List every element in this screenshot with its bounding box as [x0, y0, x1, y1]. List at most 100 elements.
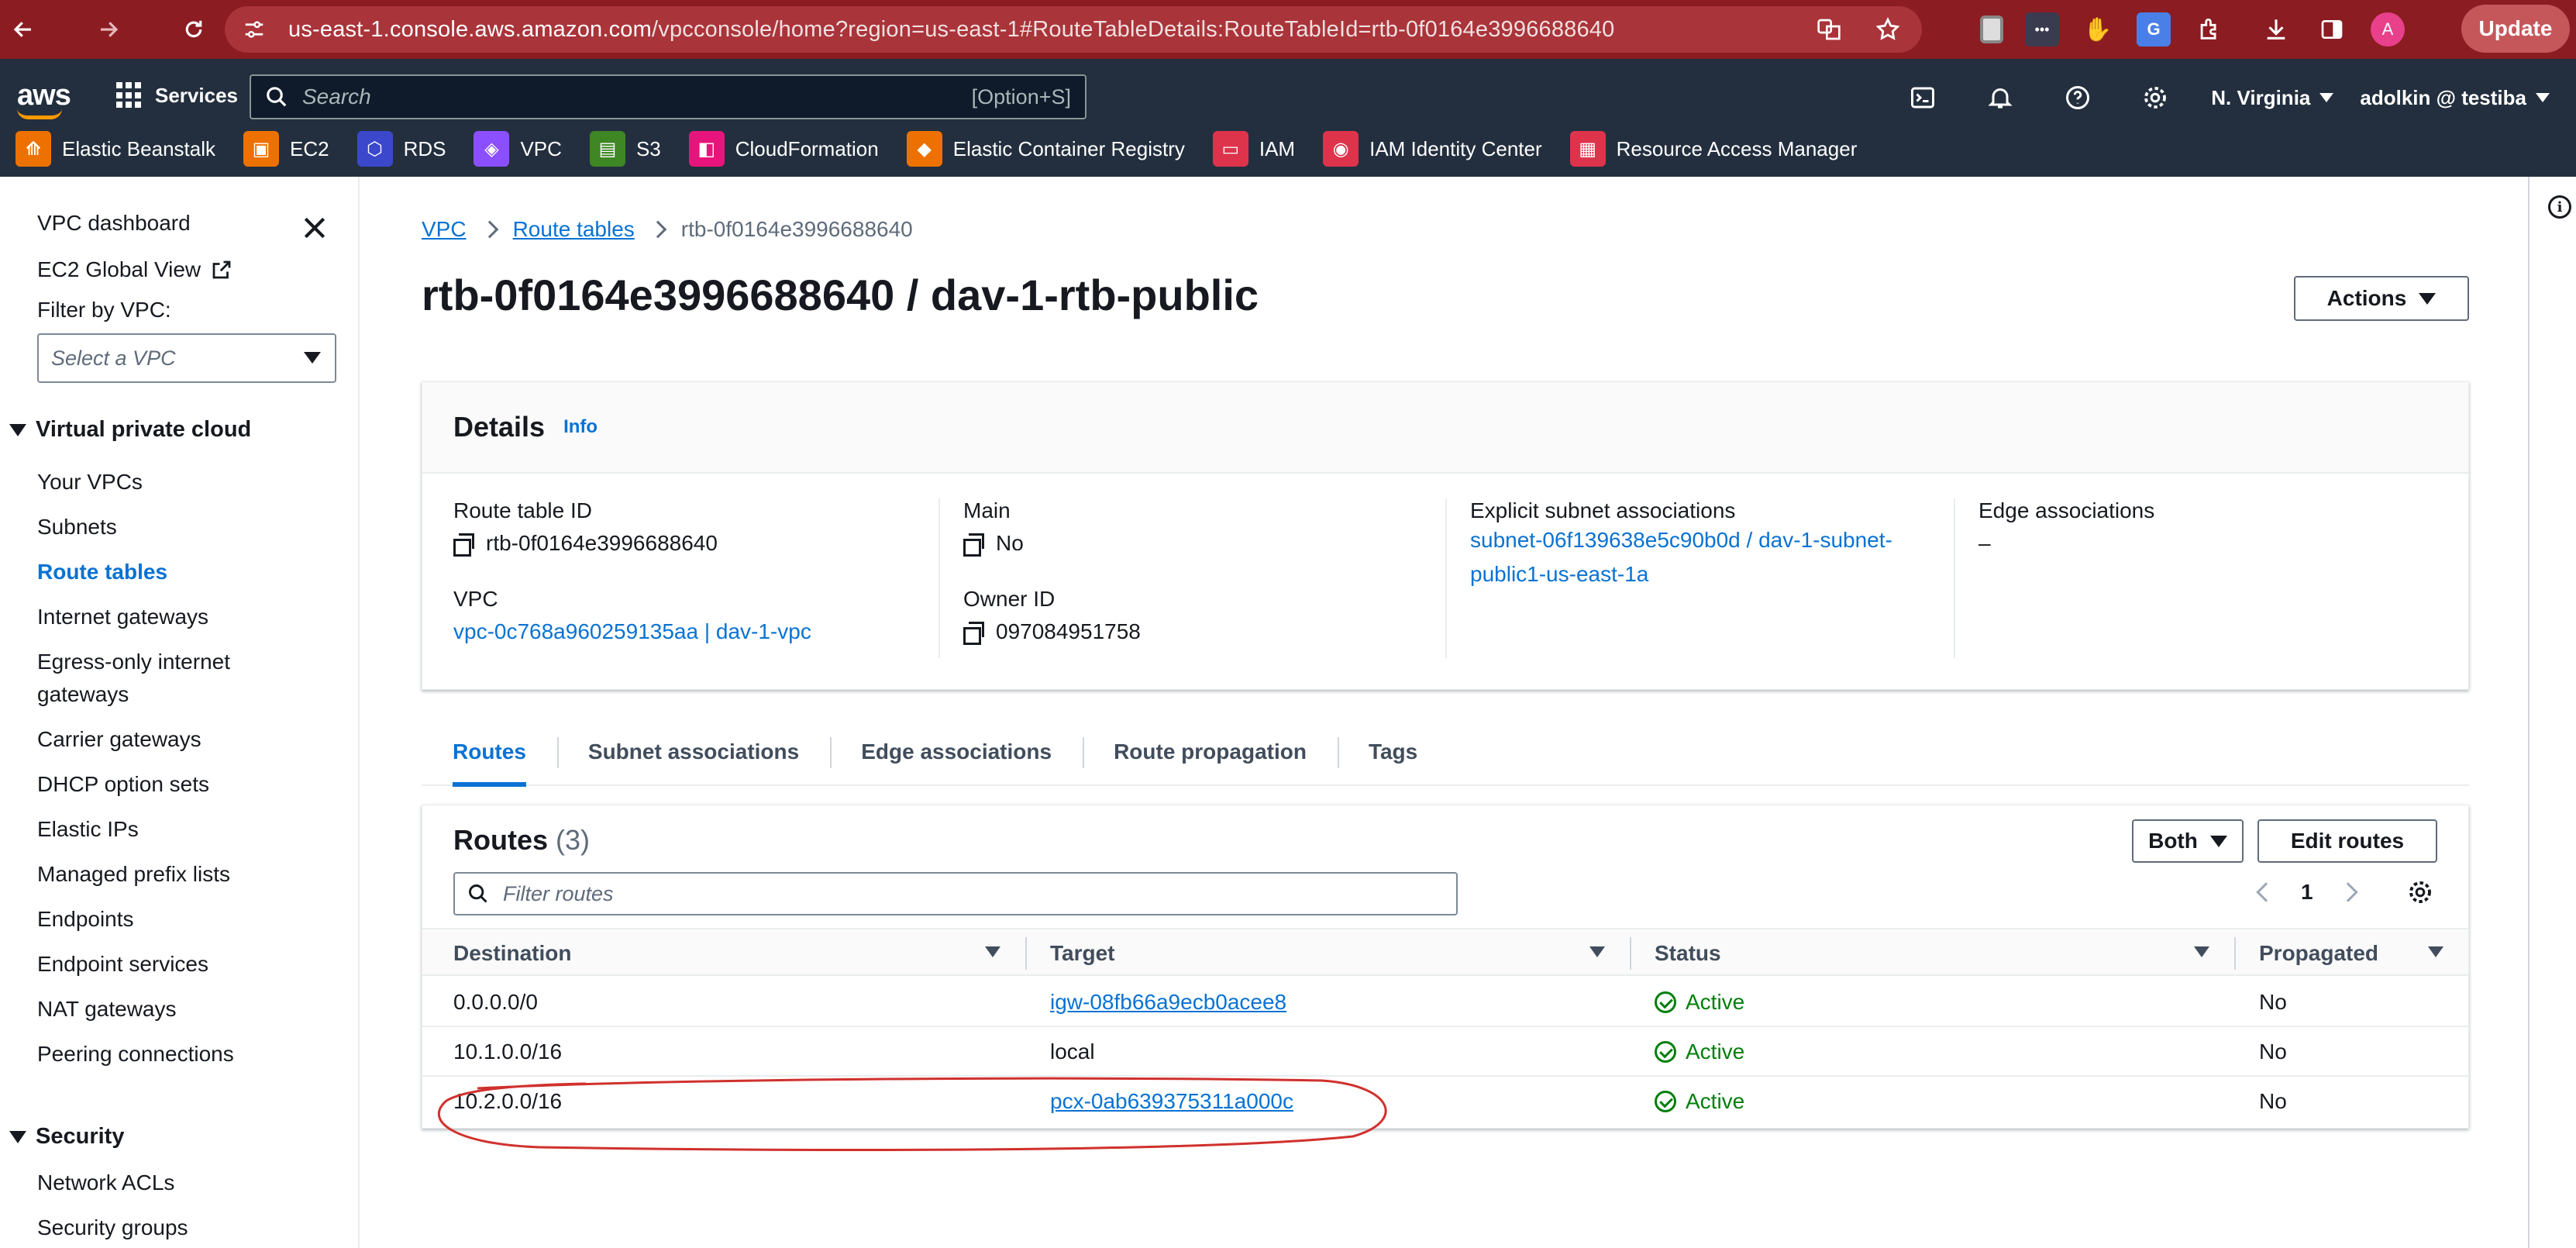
copy-icon[interactable]: [963, 533, 984, 557]
favorite-ec2[interactable]: ▣ EC2: [243, 131, 329, 167]
tab-route-propagation[interactable]: Route propagation: [1083, 719, 1338, 785]
nav-item-peering-connections[interactable]: Peering connections: [37, 1042, 234, 1067]
nav-section-vpc[interactable]: Virtual private cloud: [9, 417, 251, 443]
column-propagated[interactable]: Propagated: [2259, 929, 2378, 977]
extension-hand-icon[interactable]: ✋: [2081, 12, 2115, 47]
nav-item-endpoint-services[interactable]: Endpoint services: [37, 952, 208, 977]
copy-icon[interactable]: [453, 533, 474, 557]
downloads-icon[interactable]: [2259, 12, 2293, 47]
nav-vpc-dashboard[interactable]: VPC dashboard: [37, 211, 191, 236]
explicit-subnet-link[interactable]: subnet-06f139638e5c90b0d / dav-1-subnet-…: [1470, 523, 1892, 591]
translate-icon[interactable]: [1813, 14, 1844, 45]
column-destination[interactable]: Destination: [453, 929, 571, 977]
nav-item-managed-prefix-lists[interactable]: Managed prefix lists: [37, 862, 230, 887]
extensions-puzzle-icon[interactable]: [2192, 12, 2226, 47]
nav-item-internet-gateways[interactable]: Internet gateways: [37, 605, 208, 629]
vpc-link[interactable]: vpc-0c768a960259135aa | dav-1-vpc: [453, 619, 811, 644]
vpc-filter-select[interactable]: Select a VPC: [37, 333, 336, 383]
close-icon[interactable]: [299, 212, 330, 243]
favorite-s3[interactable]: ▤ S3: [589, 131, 661, 167]
route-filter-select[interactable]: Both: [2132, 819, 2244, 863]
region-selector[interactable]: N. Virginia: [2211, 86, 2334, 110]
filter-routes-field[interactable]: [453, 872, 1458, 915]
pagination: 1: [2256, 878, 2434, 906]
actions-button[interactable]: Actions: [2294, 276, 2469, 321]
favorite-cloudformation[interactable]: ◧ CloudFormation: [688, 131, 879, 167]
route-table-id-label: Route table ID: [453, 498, 592, 522]
details-heading: Details: [453, 411, 546, 443]
profile-avatar[interactable]: A: [2371, 12, 2405, 47]
favorite-iam-identity-center[interactable]: ◉ IAM Identity Center: [1323, 131, 1542, 167]
nav-item-endpoints[interactable]: Endpoints: [37, 907, 134, 932]
breadcrumb-route-tables[interactable]: Route tables: [513, 217, 635, 242]
extension-dots-icon[interactable]: •••: [2025, 12, 2059, 47]
favorite-label: IAM Identity Center: [1369, 136, 1542, 160]
extension-translate-icon[interactable]: G: [2137, 12, 2171, 47]
favorite-elastic-container-registry[interactable]: ◆ Elastic Container Registry: [906, 131, 1185, 167]
notifications-bell-icon[interactable]: [1978, 76, 2022, 119]
global-search[interactable]: [Option+S]: [250, 74, 1087, 119]
current-page[interactable]: 1: [2301, 880, 2313, 905]
favorite-rds[interactable]: ⬡ RDS: [356, 131, 446, 167]
tab-routes[interactable]: Routes: [422, 719, 557, 787]
nav-item-elastic-ips[interactable]: Elastic IPs: [37, 817, 139, 842]
cloudshell-icon[interactable]: [1901, 76, 1944, 119]
services-menu[interactable]: Services: [116, 82, 238, 109]
sort-caret-icon[interactable]: [1589, 946, 1605, 957]
sort-caret-icon[interactable]: [2194, 946, 2209, 957]
route-status: Active: [1655, 1077, 1744, 1126]
tab-bar: Routes Subnet associations Edge associatio…: [422, 719, 2469, 787]
search-input[interactable]: [302, 84, 907, 109]
service-icon: ◉: [1323, 131, 1359, 167]
tab-subnet-associations[interactable]: Subnet associations: [556, 719, 830, 785]
info-link[interactable]: Info: [563, 416, 598, 438]
favorite-elastic-beanstalk[interactable]: ⟰ Elastic Beanstalk: [15, 131, 215, 167]
nav-item-gateways[interactable]: gateways: [37, 682, 129, 707]
route-target-link[interactable]: igw-08fb66a9ecb0acee8: [1050, 977, 1286, 1027]
tab-tags[interactable]: Tags: [1337, 719, 1448, 785]
back-icon[interactable]: [0, 6, 46, 53]
aws-logo-text: aws: [17, 79, 71, 112]
routes-count: (3): [556, 824, 591, 856]
breadcrumb-vpc[interactable]: VPC: [422, 217, 467, 242]
nav-item-egress-only-internet[interactable]: Egress-only internet: [37, 650, 230, 674]
tab-edge-associations[interactable]: Edge associations: [830, 719, 1083, 785]
nav-section-security[interactable]: Security: [9, 1124, 124, 1150]
favorite-vpc[interactable]: ◈ VPC: [474, 131, 562, 167]
nav-item-subnets[interactable]: Subnets: [37, 515, 117, 540]
table-preferences-gear-icon[interactable]: [2406, 878, 2434, 906]
favorite-iam[interactable]: ▭ IAM: [1212, 131, 1295, 167]
edit-routes-button[interactable]: Edit routes: [2257, 819, 2437, 863]
nav-ec2-global-view[interactable]: EC2 Global View: [37, 257, 233, 282]
nav-item-security-groups[interactable]: Security groups: [37, 1215, 188, 1240]
sort-caret-icon[interactable]: [2428, 946, 2443, 957]
nav-item-carrier-gateways[interactable]: Carrier gateways: [37, 727, 201, 752]
help-icon[interactable]: [2056, 76, 2099, 119]
explicit-subnet-line1: subnet-06f139638e5c90b0d / dav-1-subnet-: [1470, 528, 1892, 552]
copy-icon[interactable]: [963, 622, 984, 645]
side-panel-icon[interactable]: [2315, 12, 2349, 47]
sort-caret-icon[interactable]: [985, 946, 1000, 957]
reload-icon[interactable]: [170, 6, 217, 53]
nav-item-network-acls[interactable]: Network ACLs: [37, 1170, 174, 1195]
previous-page-icon[interactable]: [2256, 882, 2276, 902]
aws-logo[interactable]: aws: [17, 79, 71, 119]
extension-sheets-icon[interactable]: [1980, 16, 2003, 43]
account-menu[interactable]: adolkin @ testiba: [2360, 86, 2550, 110]
nav-item-route-tables[interactable]: Route tables: [37, 560, 167, 584]
settings-gear-icon[interactable]: [2133, 76, 2177, 119]
update-button[interactable]: Update: [2461, 5, 2570, 53]
next-page-icon[interactable]: [2337, 882, 2358, 902]
info-icon[interactable]: i: [2548, 195, 2571, 219]
filter-routes-input[interactable]: [503, 881, 1278, 906]
nav-item-dhcp-option-sets[interactable]: DHCP option sets: [37, 772, 209, 797]
nav-item-your-vpcs[interactable]: Your VPCs: [37, 470, 143, 495]
nav-item-nat-gateways[interactable]: NAT gateways: [37, 997, 176, 1022]
column-status[interactable]: Status: [1655, 929, 1721, 977]
forward-icon[interactable]: [85, 6, 132, 53]
column-target[interactable]: Target: [1050, 929, 1115, 977]
site-info-icon[interactable]: [239, 14, 270, 45]
bookmark-star-icon[interactable]: [1872, 14, 1903, 45]
address-bar[interactable]: us-east-1.console.aws.amazon.com/vpccons…: [225, 6, 1922, 53]
favorite-resource-access-manager[interactable]: ▦ Resource Access Manager: [1569, 131, 1857, 167]
